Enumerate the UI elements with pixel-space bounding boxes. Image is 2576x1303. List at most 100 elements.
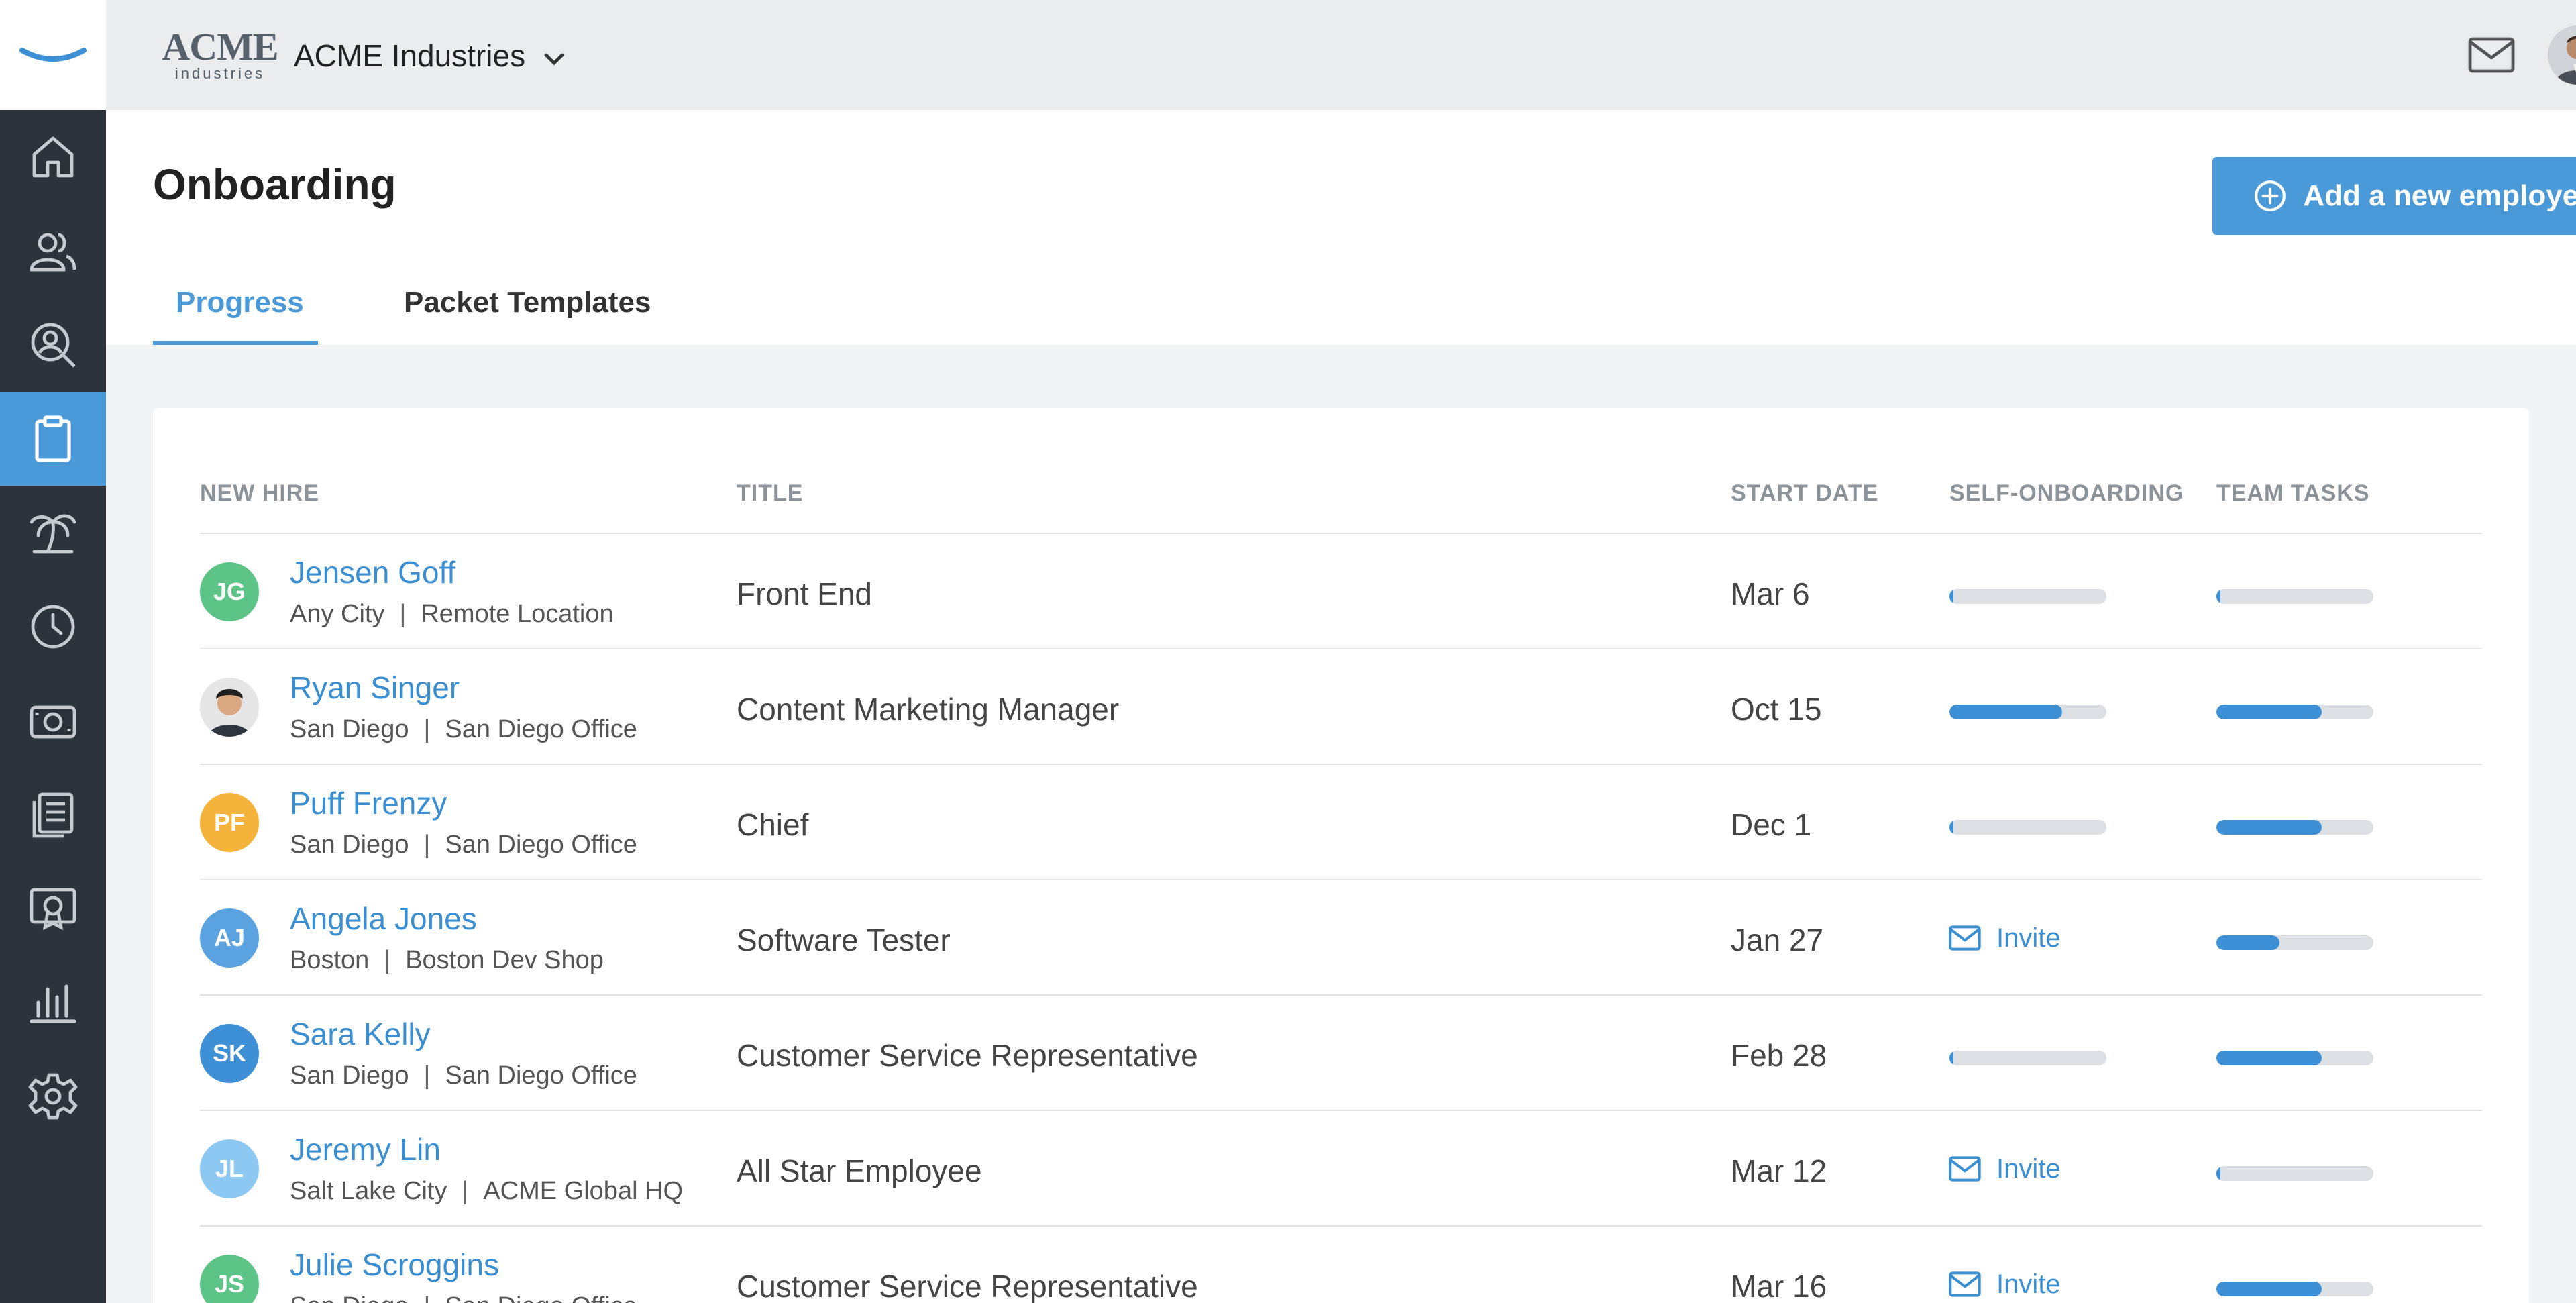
table-row[interactable]: JS Julie Scroggins San Diego | San Diego Off… [200, 1227, 2482, 1303]
location-separator: | [462, 1177, 469, 1205]
sidebar-item-time-tracking[interactable] [0, 580, 106, 674]
avatar[interactable]: SK [200, 1024, 259, 1083]
new-hire-name[interactable]: Sara Kelly [290, 1016, 431, 1052]
column-header-new-hire[interactable]: NEW HIRE [200, 480, 319, 507]
table-row[interactable]: Ryan Singer San Diego | San Diego Office Con… [200, 649, 2482, 765]
location-city: Salt Lake City [290, 1177, 447, 1205]
team-tasks-progress-fill [2216, 820, 2322, 835]
avatar[interactable]: JL [200, 1139, 259, 1198]
start-date: Dec 1 [1731, 807, 1812, 842]
team-tasks-progress-fill [2216, 1051, 2322, 1065]
time-off-palm-icon [30, 514, 76, 554]
job-title: Customer Service Representative [737, 1038, 1198, 1073]
add-new-employee-label: Add a new employee [2303, 179, 2576, 212]
column-header-title[interactable]: TITLE [737, 480, 803, 507]
team-tasks-progress [2216, 589, 2373, 604]
company-switcher[interactable]: ACME Industries [294, 38, 525, 74]
new-hire-name[interactable]: Puff Frenzy [290, 785, 447, 821]
company-logo-sub: industries [174, 65, 266, 82]
location-city: Boston [290, 946, 370, 974]
new-hire-name[interactable]: Jensen Goff [290, 554, 455, 590]
location-city: Any City [290, 600, 385, 628]
invite-mail-icon [1949, 1271, 1981, 1297]
sidebar-item-people[interactable] [0, 204, 106, 298]
start-date: Jan 27 [1731, 923, 1824, 957]
brand-logo[interactable] [0, 0, 106, 110]
invite-link[interactable]: Invite [1948, 1264, 2061, 1303]
job-title: All Star Employee [737, 1153, 982, 1188]
start-date: Mar 12 [1731, 1153, 1827, 1188]
sidebar-item-documents[interactable] [0, 768, 106, 862]
table-row[interactable]: SK Sara Kelly San Diego | San Diego Office Cu… [200, 996, 2482, 1111]
table-row[interactable]: PF Puff Frenzy San Diego | San Diego Office C… [200, 765, 2482, 880]
job-title: Software Tester [737, 923, 951, 957]
job-title: Front End [737, 576, 872, 611]
clock-icon [31, 605, 75, 649]
home-icon [32, 136, 74, 178]
new-hire-name[interactable]: Ryan Singer [290, 670, 460, 706]
sidebar-item-home[interactable] [0, 110, 106, 204]
sidebar-item-payroll[interactable] [0, 674, 106, 768]
user-avatar[interactable] [2548, 25, 2576, 85]
job-title: Chief [737, 807, 809, 842]
team-tasks-progress [2216, 820, 2373, 835]
sidebar-item-onboarding[interactable] [0, 392, 106, 486]
location-separator: | [423, 831, 431, 859]
avatar[interactable] [200, 678, 259, 737]
team-tasks-progress-fill [2216, 1166, 2220, 1181]
self-onboarding-progress [1949, 589, 2106, 604]
self-onboarding-progress-fill [1949, 589, 1953, 604]
avatar[interactable]: AJ [200, 908, 259, 968]
avatar-initials: JL [215, 1155, 244, 1182]
invite-link[interactable]: Invite [1948, 918, 2061, 958]
active-tab-indicator [153, 341, 318, 345]
column-header-team-tasks[interactable]: TEAM TASKS [2216, 480, 2369, 507]
location-office: San Diego Office [445, 1292, 637, 1303]
location-office: Remote Location [421, 600, 614, 628]
sidebar-item-time-off[interactable] [0, 486, 106, 580]
new-hire-location: San Diego | San Diego Office [290, 715, 637, 744]
location-separator: | [384, 946, 391, 974]
invite-mail-icon [1949, 1156, 1981, 1182]
page-header: Onboarding Add a new employee Progress P… [106, 110, 2576, 345]
avatar-photo [200, 678, 259, 737]
invite-mail-icon [1949, 925, 1981, 951]
onboarding-table: NEW HIRE TITLE START DATE SELF-ONBOARDIN… [153, 408, 2529, 1303]
team-tasks-progress-fill [2216, 705, 2322, 719]
new-hire-name[interactable]: Jeremy Lin [290, 1131, 441, 1167]
sidebar-item-reports[interactable] [0, 955, 106, 1049]
sidebar-item-training[interactable] [0, 862, 106, 955]
sidebar-item-settings[interactable] [0, 1049, 106, 1143]
plus-circle-icon [2255, 180, 2286, 211]
tab-packet-templates[interactable]: Packet Templates [404, 286, 651, 345]
team-tasks-progress [2216, 935, 2373, 950]
table-row[interactable]: JL Jeremy Lin Salt Lake City | ACME Global H… [200, 1111, 2482, 1227]
new-hire-location: Any City | Remote Location [290, 600, 614, 629]
reports-chart-icon [30, 984, 76, 1023]
avatar[interactable]: JG [200, 562, 259, 621]
brand-smile-icon [19, 48, 87, 62]
team-tasks-progress [2216, 1282, 2373, 1296]
location-city: San Diego [290, 1292, 409, 1303]
tab-progress[interactable]: Progress [176, 286, 304, 345]
self-onboarding-progress [1949, 1051, 2106, 1065]
column-header-self-onboarding[interactable]: SELF-ONBOARDING [1949, 480, 2184, 507]
page-title: Onboarding [153, 160, 396, 209]
table-row[interactable]: AJ Angela Jones Boston | Boston Dev Shop Soft… [200, 880, 2482, 996]
invite-link[interactable]: Invite [1948, 1149, 2061, 1189]
add-new-employee-button[interactable]: Add a new employee [2212, 157, 2576, 235]
new-hire-name[interactable]: Angela Jones [290, 900, 477, 937]
team-tasks-progress-fill [2216, 935, 2279, 950]
new-hire-name[interactable]: Julie Scroggins [290, 1247, 499, 1283]
table-row[interactable]: JG Jensen Goff Any City | Remote Location Fro… [200, 534, 2482, 649]
chevron-down-icon[interactable] [541, 46, 568, 72]
team-tasks-progress [2216, 1051, 2373, 1065]
sidebar-item-hiring[interactable] [0, 298, 106, 392]
start-date: Oct 15 [1731, 692, 1822, 727]
mail-icon[interactable] [2467, 35, 2516, 75]
sidebar [0, 0, 106, 1303]
self-onboarding-progress [1949, 705, 2106, 719]
column-header-start-date[interactable]: START DATE [1731, 480, 1878, 507]
avatar[interactable]: JS [200, 1255, 259, 1303]
avatar[interactable]: PF [200, 793, 259, 852]
